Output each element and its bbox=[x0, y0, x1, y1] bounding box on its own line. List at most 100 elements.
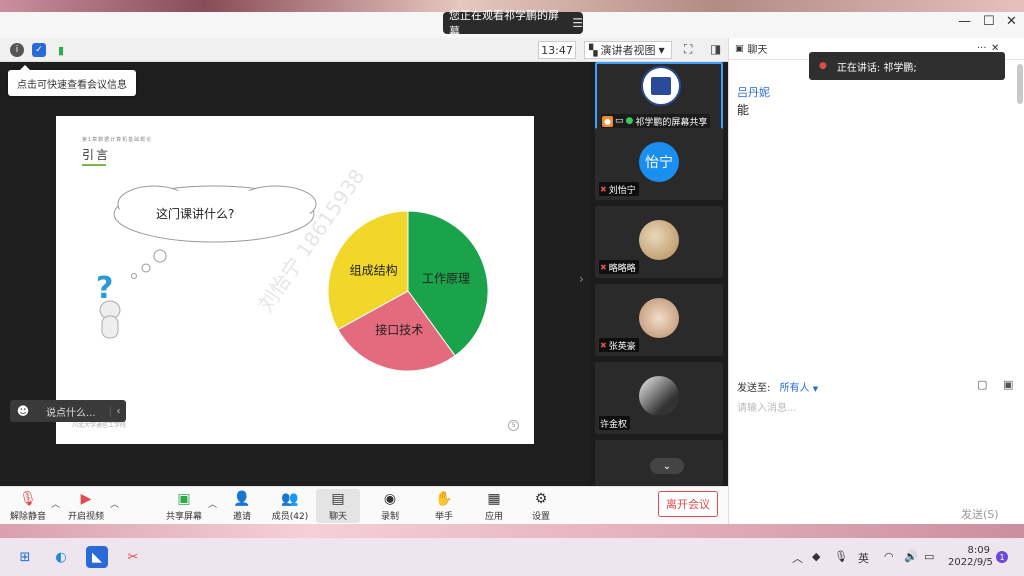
edge-icon[interactable]: ◐ bbox=[50, 546, 72, 568]
active-speaker-banner: ● 正在讲话: 祁学鹏; bbox=[809, 52, 1005, 80]
clock-time: 8:09 bbox=[967, 545, 990, 556]
slide-page-number: 5 bbox=[508, 420, 519, 431]
send-to-select[interactable]: 所有人 bbox=[780, 383, 810, 394]
avatar bbox=[639, 298, 679, 338]
screen-share-banner[interactable]: 您正在观看祁学鹏的屏幕 ☰ bbox=[443, 9, 583, 38]
control-label: 举手 bbox=[434, 512, 453, 522]
chevron-down-icon[interactable]: ▼ bbox=[813, 385, 818, 393]
chat-scrollbar[interactable] bbox=[1017, 64, 1023, 104]
chat-input[interactable]: 请输入消息... bbox=[737, 399, 797, 414]
record-button[interactable]: ◉ 录制 bbox=[368, 489, 412, 523]
chat-button[interactable]: ▤ 聊天 bbox=[316, 489, 360, 523]
participant-name: 许金权 bbox=[600, 419, 628, 430]
mic-muted-icon: ✖ bbox=[600, 262, 607, 272]
chat-sender: 吕丹妮 bbox=[737, 86, 770, 99]
maximize-icon[interactable]: ☐ bbox=[983, 14, 995, 29]
layout-icon: ▚ bbox=[589, 43, 598, 57]
mic-icon: ● bbox=[625, 116, 634, 126]
ime-indicator[interactable]: 英 bbox=[858, 550, 869, 566]
participant-tile[interactable]: 许金权 bbox=[595, 362, 723, 434]
pie-chart: 工作原理接口技术 组成结构 bbox=[327, 210, 489, 372]
system-clock[interactable]: 8:09 2022/9/5 bbox=[948, 545, 993, 569]
fullscreen-icon[interactable]: ⛶ bbox=[684, 42, 692, 57]
microphone-icon[interactable]: 🎙 bbox=[834, 550, 848, 563]
figure-body bbox=[101, 315, 119, 339]
share-screen-button[interactable]: ▣ 共享屏幕 bbox=[162, 489, 206, 523]
share-screen-icon: ▣ bbox=[177, 491, 191, 507]
chat-icon: ▣ bbox=[735, 43, 744, 54]
pie-label: 组成结构 bbox=[350, 263, 398, 278]
info-icon[interactable]: i bbox=[10, 43, 24, 57]
menu-icon[interactable]: ☰ bbox=[572, 16, 583, 30]
close-icon[interactable]: ✕ bbox=[1006, 14, 1017, 29]
control-label: 成员(42) bbox=[271, 512, 309, 522]
university-logo bbox=[641, 66, 681, 106]
screenshot-icon[interactable]: ▣ bbox=[1003, 378, 1013, 391]
speaker-mic-icon: ● bbox=[819, 61, 827, 71]
notification-badge[interactable]: 1 bbox=[996, 551, 1008, 563]
wifi-icon[interactable]: ◠ bbox=[884, 550, 894, 563]
battery-icon[interactable]: ▭ bbox=[924, 550, 934, 563]
qq-icon[interactable]: ◆ bbox=[812, 550, 820, 563]
participant-tile[interactable]: ● ▭ ● 祁学鹏的屏幕共享 bbox=[595, 62, 723, 134]
view-selector[interactable]: ▚ 演讲者视图 ▼ bbox=[584, 41, 672, 59]
participant-name: 略略略 bbox=[608, 263, 636, 274]
participant-list: ● ▭ ● 祁学鹏的屏幕共享 怡宁 ✖ 刘怡宁 ✖ 略略略 ✖ 张英豪 许金权 … bbox=[590, 62, 728, 486]
shield-icon[interactable]: ✓ bbox=[32, 43, 46, 57]
snip-icon[interactable]: ✂ bbox=[122, 546, 144, 568]
chat-panel: ▣ 聊天 ··· ✕ ● 正在讲话: 祁学鹏; 吕丹妮 能 发送至: 所有人 ▼… bbox=[728, 38, 1024, 524]
sidebar-toggle-icon[interactable]: ◨ bbox=[710, 42, 721, 56]
host-icon: ● bbox=[602, 115, 613, 127]
settings-button[interactable]: ⚙ 设置 bbox=[519, 489, 563, 523]
tile-name: ● ▭ ● 祁学鹏的屏幕共享 bbox=[601, 114, 711, 128]
meeting-controls: 🎙 解除静音 ︿ ▶ 开启视频 ︿ ▣ 共享屏幕 ︿ 👤 邀请 👥 成员(42)… bbox=[0, 486, 728, 524]
emoji-icon[interactable]: ☻ bbox=[10, 404, 36, 418]
pie-label: 工作原理 bbox=[422, 272, 470, 286]
mic-muted-icon: ✖ bbox=[600, 184, 607, 194]
chevron-up-icon[interactable]: ︿ bbox=[792, 550, 803, 566]
chevron-right-icon[interactable]: › bbox=[579, 272, 584, 286]
screen-share-icon: ▭ bbox=[615, 116, 624, 126]
participant-tile[interactable]: 怡宁 ✖ 刘怡宁 bbox=[595, 128, 723, 200]
meeting-app-icon[interactable]: ◣ bbox=[86, 546, 108, 568]
view-label: 演讲者视图 bbox=[600, 44, 656, 57]
chevron-up-icon[interactable]: ︿ bbox=[110, 497, 119, 510]
record-icon: ◉ bbox=[383, 491, 397, 507]
minimize-icon[interactable]: — bbox=[958, 14, 971, 29]
leave-meeting-button[interactable]: 离开会议 bbox=[658, 491, 718, 517]
participant-tile[interactable]: ✖ 略略略 bbox=[595, 206, 723, 278]
say-something-input[interactable]: 说点什么... bbox=[36, 404, 110, 419]
send-to-row: 发送至: 所有人 ▼ bbox=[737, 379, 818, 394]
send-to-label: 发送至: bbox=[737, 383, 771, 394]
say-something-bar[interactable]: ☻ 说点什么... ‹ bbox=[10, 400, 126, 422]
chevron-down-icon: ▼ bbox=[658, 45, 665, 55]
control-label: 邀请 bbox=[232, 512, 251, 522]
participant-tile[interactable]: ✖ 张英豪 bbox=[595, 284, 723, 356]
control-label: 录制 bbox=[380, 512, 399, 522]
chevron-down-icon[interactable]: ⌄ bbox=[650, 458, 684, 474]
clock-date: 2022/9/5 bbox=[948, 557, 993, 568]
volume-icon[interactable]: 🔊 bbox=[904, 550, 918, 563]
tile-name: ✖ 张英豪 bbox=[599, 338, 639, 352]
chat-icon: ▤ bbox=[331, 491, 345, 507]
file-icon[interactable]: ▢ bbox=[977, 378, 987, 391]
unmute-button[interactable]: 🎙 解除静音 bbox=[6, 489, 50, 523]
signal-icon[interactable]: ▮ bbox=[54, 43, 68, 57]
members-button[interactable]: 👥 成员(42) bbox=[268, 489, 312, 523]
chevron-up-icon[interactable]: ︿ bbox=[208, 497, 217, 510]
thought-bubble bbox=[153, 249, 167, 263]
meeting-info-tooltip: 点击可快速查看会议信息 bbox=[8, 65, 136, 96]
chat-title: 聊天 bbox=[747, 45, 768, 56]
invite-button[interactable]: 👤 邀请 bbox=[220, 489, 264, 523]
chevron-left-icon[interactable]: ‹ bbox=[110, 405, 126, 417]
start-video-button[interactable]: ▶ 开启视频 bbox=[64, 489, 108, 523]
tile-name: ✖ 略略略 bbox=[599, 260, 639, 274]
send-button[interactable]: 发送(S) bbox=[961, 506, 999, 522]
chevron-up-icon[interactable]: ︿ bbox=[51, 497, 60, 510]
desktop-wallpaper-bottom bbox=[0, 524, 1024, 538]
start-icon[interactable]: ⊞ bbox=[14, 546, 36, 568]
active-speaker-text: 正在讲话: 祁学鹏; bbox=[836, 62, 917, 74]
apps-button[interactable]: ▦ 应用 bbox=[472, 489, 516, 523]
raise-hand-button[interactable]: ✋ 举手 bbox=[422, 489, 466, 523]
mic-muted-icon: ✖ bbox=[600, 340, 607, 350]
